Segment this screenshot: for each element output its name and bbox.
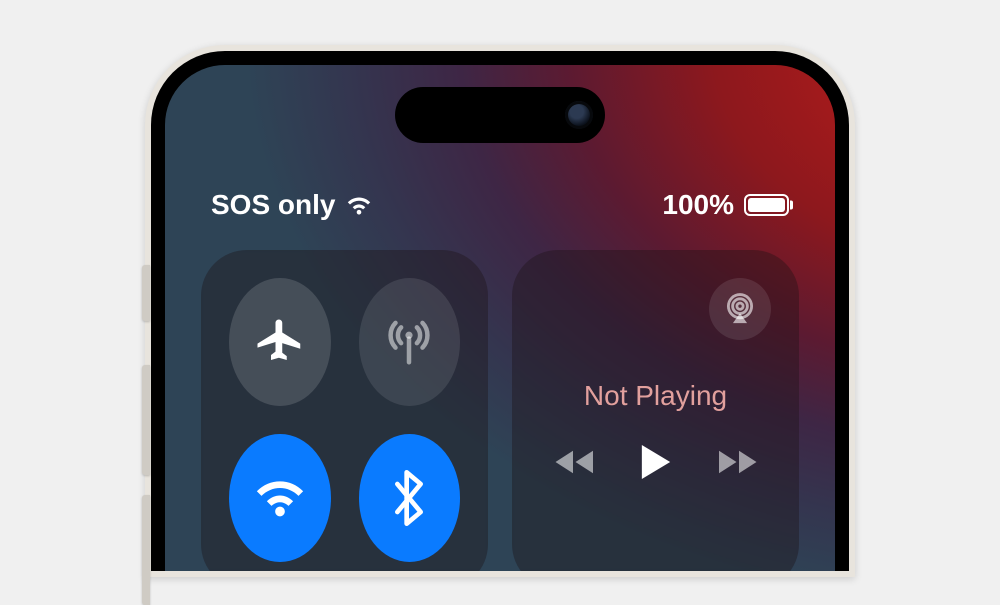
battery-percent: 100%	[662, 189, 734, 221]
phone-frame: SOS only 100%	[145, 45, 855, 577]
status-left: SOS only	[211, 189, 373, 221]
battery-icon	[744, 194, 789, 216]
volume-down-button	[142, 495, 150, 605]
status-bar: SOS only 100%	[165, 189, 835, 221]
front-camera	[565, 101, 593, 129]
now-playing-label: Not Playing	[540, 380, 771, 412]
wifi-status-icon	[345, 194, 373, 216]
carrier-text: SOS only	[211, 189, 335, 221]
airplay-icon	[723, 292, 757, 326]
wifi-toggle[interactable]	[229, 434, 331, 562]
forward-button[interactable]	[709, 446, 759, 478]
control-center: Not Playing	[165, 250, 835, 571]
status-right: 100%	[662, 189, 789, 221]
phone-bezel: SOS only 100%	[151, 51, 849, 571]
play-button[interactable]	[639, 442, 673, 482]
airplane-mode-toggle[interactable]	[229, 278, 331, 406]
antenna-icon	[382, 315, 436, 369]
airplane-icon	[253, 315, 307, 369]
media-panel[interactable]: Not Playing	[512, 250, 799, 571]
wifi-icon	[253, 471, 307, 525]
media-controls	[540, 442, 771, 482]
cellular-data-toggle[interactable]	[359, 278, 461, 406]
dynamic-island	[395, 87, 605, 143]
airplay-button[interactable]	[709, 278, 771, 340]
volume-up-button	[142, 365, 150, 475]
connectivity-panel[interactable]	[201, 250, 488, 571]
bluetooth-icon	[388, 470, 430, 526]
bluetooth-toggle[interactable]	[359, 434, 461, 562]
rewind-button[interactable]	[553, 446, 603, 478]
side-button	[142, 265, 150, 321]
screen: SOS only 100%	[165, 65, 835, 571]
